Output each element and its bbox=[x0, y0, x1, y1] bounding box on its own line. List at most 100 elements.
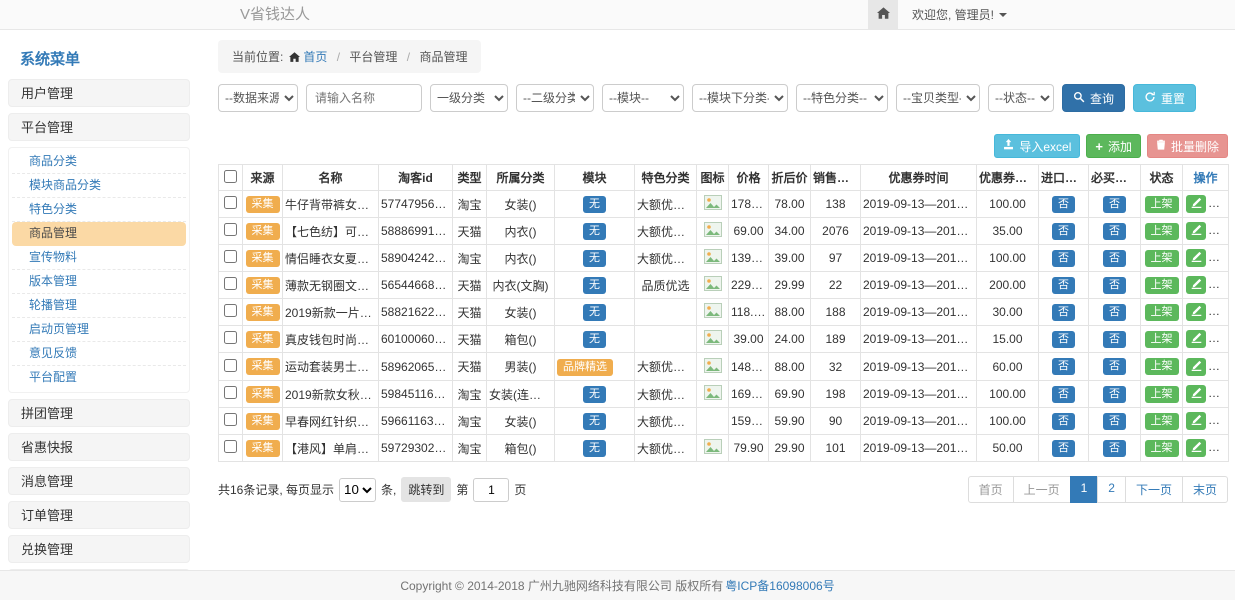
breadcrumb-home-link[interactable]: 首页 bbox=[303, 50, 327, 64]
imported-toggle-badge[interactable]: 否 bbox=[1052, 196, 1075, 213]
edit-button[interactable] bbox=[1186, 303, 1206, 321]
cell-must-buy: 否 bbox=[1089, 272, 1141, 299]
sidebar-group-users[interactable]: 用户管理 bbox=[8, 79, 190, 107]
sidebar-item-feature-category[interactable]: 特色分类 bbox=[12, 198, 186, 222]
sidebar-group-order-management[interactable]: 订单管理 bbox=[8, 501, 190, 529]
row-checkbox[interactable] bbox=[224, 440, 237, 453]
pagination-first-page[interactable]: 首页 bbox=[968, 476, 1014, 503]
filter-select-module[interactable]: --模块-- bbox=[602, 84, 684, 112]
must-buy-toggle-badge[interactable]: 否 bbox=[1103, 304, 1126, 321]
sidebar-item-splash-page-management[interactable]: 启动页管理 bbox=[12, 318, 186, 342]
sidebar-group-message-management[interactable]: 消息管理 bbox=[8, 467, 190, 495]
column-header-12: 优惠券金额 bbox=[977, 165, 1039, 191]
row-checkbox[interactable] bbox=[224, 196, 237, 209]
cell-coupon-time: 2019-09-13—2019-09-17 bbox=[861, 272, 977, 299]
jump-to-button[interactable]: 跳转到 bbox=[401, 477, 451, 502]
row-checkbox[interactable] bbox=[224, 223, 237, 236]
search-button[interactable]: 查询 bbox=[1062, 84, 1125, 112]
imported-toggle-badge[interactable]: 否 bbox=[1052, 277, 1075, 294]
pagination-page-1[interactable]: 1 bbox=[1070, 476, 1099, 503]
imported-toggle-badge[interactable]: 否 bbox=[1052, 223, 1075, 240]
name-search-input[interactable] bbox=[306, 84, 422, 112]
edit-button[interactable] bbox=[1186, 385, 1206, 403]
source-badge: 采集 bbox=[246, 277, 280, 294]
pagination-bar: 共16条记录, 每页显示 10 条, 跳转到 第 页 首页上一页12下一页末页 bbox=[218, 476, 1228, 503]
must-buy-toggle-badge[interactable]: 否 bbox=[1103, 386, 1126, 403]
imported-toggle-badge[interactable]: 否 bbox=[1052, 331, 1075, 348]
sidebar-item-product-category[interactable]: 商品分类 bbox=[12, 150, 186, 174]
row-checkbox[interactable] bbox=[224, 359, 237, 372]
edit-button[interactable] bbox=[1186, 330, 1206, 348]
filter-select-data-source[interactable]: --数据来源-- bbox=[218, 84, 298, 112]
filter-select-level2-category[interactable]: --二级分类-- bbox=[516, 84, 594, 112]
edit-button[interactable] bbox=[1186, 222, 1206, 240]
cell-type: 淘宝 bbox=[453, 435, 487, 462]
sidebar-group-exchange-management[interactable]: 兑换管理 bbox=[8, 535, 190, 563]
row-checkbox[interactable] bbox=[224, 250, 237, 263]
sidebar-item-product-management[interactable]: 商品管理 bbox=[12, 222, 186, 246]
must-buy-toggle-badge[interactable]: 否 bbox=[1103, 250, 1126, 267]
reset-button[interactable]: 重置 bbox=[1133, 84, 1196, 112]
sidebar-item-platform-config[interactable]: 平台配置 bbox=[12, 366, 186, 390]
filter-select-level1-category[interactable]: 一级分类 bbox=[430, 84, 508, 112]
row-checkbox[interactable] bbox=[224, 304, 237, 317]
jump-page-input[interactable] bbox=[473, 478, 509, 502]
row-checkbox[interactable] bbox=[224, 331, 237, 344]
imported-toggle-badge[interactable]: 否 bbox=[1052, 440, 1075, 457]
filter-select-status[interactable]: --状态-- bbox=[988, 84, 1054, 112]
icp-link[interactable]: 粤ICP备16098006号 bbox=[725, 577, 834, 594]
must-buy-toggle-badge[interactable]: 否 bbox=[1103, 358, 1126, 375]
filter-select-item-type[interactable]: --宝贝类型-- bbox=[896, 84, 980, 112]
must-buy-toggle-badge[interactable]: 否 bbox=[1103, 413, 1126, 430]
home-button[interactable] bbox=[868, 0, 898, 29]
imported-toggle-badge[interactable]: 否 bbox=[1052, 304, 1075, 321]
filter-select-module-subcategory[interactable]: --模块下分类-- bbox=[692, 84, 788, 112]
pagination-next-page[interactable]: 下一页 bbox=[1125, 476, 1183, 503]
sidebar-item-version-management[interactable]: 版本管理 bbox=[12, 270, 186, 294]
batch-delete-button[interactable]: 批量删除 bbox=[1147, 134, 1228, 158]
column-header-0: 来源 bbox=[243, 165, 283, 191]
sidebar-group-platform[interactable]: 平台管理 bbox=[8, 113, 190, 141]
add-button[interactable]: + 添加 bbox=[1086, 134, 1141, 158]
sidebar-item-feedback[interactable]: 意见反馈 bbox=[12, 342, 186, 366]
edit-button[interactable] bbox=[1186, 412, 1206, 430]
table-row: 采集【七色纺】可爱纯棉家...588869917501天猫内衣()无大额优惠券6… bbox=[219, 218, 1229, 245]
edit-button[interactable] bbox=[1186, 249, 1206, 267]
cell-name: 【七色纺】可爱纯棉家... bbox=[283, 218, 379, 245]
row-checkbox[interactable] bbox=[224, 386, 237, 399]
cell-coupon-time: 2019-09-13—2019-09-17 bbox=[861, 408, 977, 435]
module-badge: 无 bbox=[583, 304, 606, 321]
pagination-last-page[interactable]: 末页 bbox=[1182, 476, 1228, 503]
filter-select-feature-category[interactable]: --特色分类-- bbox=[796, 84, 888, 112]
sidebar-item-carousel-management[interactable]: 轮播管理 bbox=[12, 294, 186, 318]
pagination-page-2[interactable]: 2 bbox=[1097, 476, 1126, 503]
per-page-select[interactable]: 10 bbox=[339, 478, 376, 502]
cell-status: 上架 bbox=[1141, 326, 1183, 353]
user-menu[interactable]: 欢迎您, 管理员! bbox=[912, 6, 1007, 23]
imported-toggle-badge[interactable]: 否 bbox=[1052, 386, 1075, 403]
imported-toggle-badge[interactable]: 否 bbox=[1052, 250, 1075, 267]
edit-button[interactable] bbox=[1186, 276, 1206, 294]
row-checkbox[interactable] bbox=[224, 413, 237, 426]
edit-button[interactable] bbox=[1186, 358, 1206, 376]
pagination-prev-page[interactable]: 上一页 bbox=[1013, 476, 1071, 503]
cell-status: 上架 bbox=[1141, 299, 1183, 326]
select-all-checkbox[interactable] bbox=[224, 170, 237, 183]
import-excel-button[interactable]: 导入excel bbox=[994, 134, 1080, 158]
row-checkbox[interactable] bbox=[224, 277, 237, 290]
sidebar-group-group-buy[interactable]: 拼团管理 bbox=[8, 399, 190, 427]
cell-actions bbox=[1183, 191, 1229, 218]
edit-button[interactable] bbox=[1186, 195, 1206, 213]
must-buy-toggle-badge[interactable]: 否 bbox=[1103, 277, 1126, 294]
cell-coupon-time: 2019-09-13—2019-09-20 bbox=[861, 245, 977, 272]
edit-button[interactable] bbox=[1186, 439, 1206, 457]
must-buy-toggle-badge[interactable]: 否 bbox=[1103, 196, 1126, 213]
sidebar-item-promo-materials[interactable]: 宣传物料 bbox=[12, 246, 186, 270]
imported-toggle-badge[interactable]: 否 bbox=[1052, 358, 1075, 375]
must-buy-toggle-badge[interactable]: 否 bbox=[1103, 223, 1126, 240]
sidebar-item-module-product-category[interactable]: 模块商品分类 bbox=[12, 174, 186, 198]
must-buy-toggle-badge[interactable]: 否 bbox=[1103, 440, 1126, 457]
imported-toggle-badge[interactable]: 否 bbox=[1052, 413, 1075, 430]
sidebar-group-saving-express[interactable]: 省惠快报 bbox=[8, 433, 190, 461]
must-buy-toggle-badge[interactable]: 否 bbox=[1103, 331, 1126, 348]
